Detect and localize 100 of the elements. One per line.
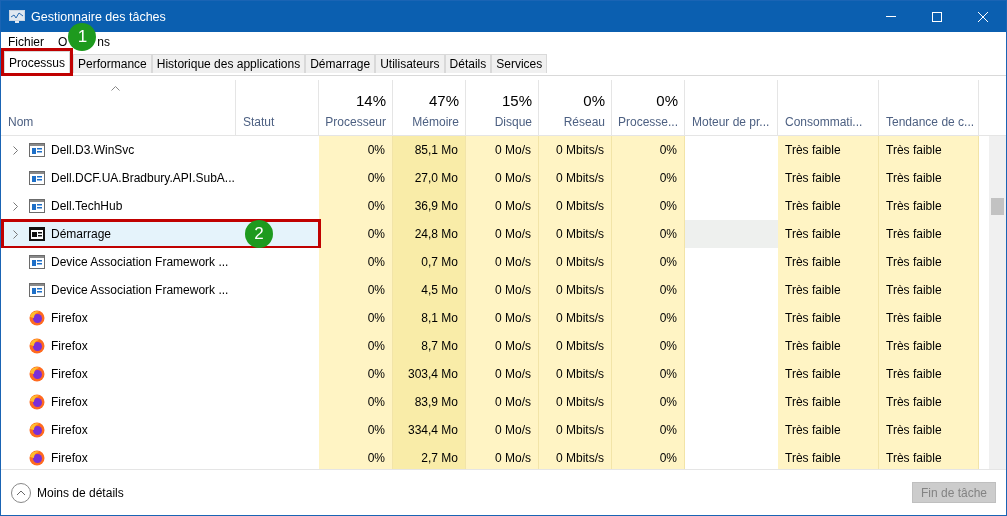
table-cell: Très faible bbox=[879, 304, 979, 332]
table-cell: 0 Mbits/s bbox=[539, 276, 612, 304]
table-cell: Très faible bbox=[778, 444, 879, 469]
table-cell: 0 Mo/s bbox=[466, 332, 539, 360]
table-cell: 4,5 Mo bbox=[393, 276, 466, 304]
process-name: Dell.DCF.UA.Bradbury.API.SubA... bbox=[51, 171, 235, 185]
table-cell: 0 Mbits/s bbox=[539, 416, 612, 444]
column-header[interactable]: Processe... bbox=[617, 115, 678, 129]
table-cell: Très faible bbox=[879, 360, 979, 388]
tab[interactable]: Détails bbox=[444, 54, 492, 73]
table-cell: Très faible bbox=[778, 388, 879, 416]
table-cell: 0 Mo/s bbox=[466, 136, 539, 164]
column-header[interactable]: Disque bbox=[494, 115, 532, 129]
table-cell: Très faible bbox=[778, 304, 879, 332]
table-cell: 0 Mo/s bbox=[466, 304, 539, 332]
tab[interactable]: Historique des applications bbox=[151, 54, 306, 73]
table-cell: Très faible bbox=[778, 276, 879, 304]
table-cell: 0 Mo/s bbox=[466, 276, 539, 304]
window-icon bbox=[29, 283, 45, 297]
browser-icon bbox=[29, 366, 45, 382]
process-name: Firefox bbox=[51, 451, 88, 465]
table-cell: 0% bbox=[319, 248, 393, 276]
table-cell: Très faible bbox=[879, 192, 979, 220]
table-cell: 0% bbox=[319, 276, 393, 304]
column-header[interactable]: Nom bbox=[8, 115, 34, 129]
window-title: Gestionnaire des tâches bbox=[31, 9, 167, 24]
table-cell: Très faible bbox=[778, 360, 879, 388]
close-icon bbox=[978, 11, 988, 22]
menu-item-fragment: ns bbox=[97, 34, 111, 49]
table-cell: Très faible bbox=[879, 416, 979, 444]
table-cell: 0% bbox=[612, 416, 685, 444]
table-cell: 0% bbox=[612, 304, 685, 332]
process-name: Device Association Framework ... bbox=[51, 283, 229, 297]
tab[interactable]: Processus bbox=[4, 51, 71, 73]
table-cell: 303,4 Mo bbox=[393, 360, 466, 388]
column-header[interactable]: Tendance de c... bbox=[886, 115, 975, 129]
scrollbar[interactable] bbox=[989, 136, 1006, 469]
column-header[interactable]: Consommati... bbox=[785, 115, 863, 129]
browser-icon bbox=[29, 310, 45, 326]
menu-item[interactable]: O bbox=[58, 34, 68, 49]
table-cell: 0% bbox=[612, 248, 685, 276]
window-icon bbox=[29, 171, 45, 185]
table-cell: 0% bbox=[319, 416, 393, 444]
table-cell: 0% bbox=[612, 220, 685, 248]
tab[interactable]: Services bbox=[491, 54, 548, 73]
table-cell: 0 Mbits/s bbox=[539, 444, 612, 469]
table-cell: 0 Mbits/s bbox=[539, 360, 612, 388]
table-cell: 8,7 Mo bbox=[393, 332, 466, 360]
fewer-details-button[interactable]: Moins de détails bbox=[11, 482, 912, 503]
table-cell: 0% bbox=[612, 332, 685, 360]
table-cell: 0 Mo/s bbox=[466, 360, 539, 388]
table-cell: 0% bbox=[319, 192, 393, 220]
column-header[interactable]: Réseau bbox=[563, 115, 605, 129]
column-header[interactable]: Mémoire bbox=[412, 115, 459, 129]
table-cell: 2,7 Mo bbox=[393, 444, 466, 469]
minimize-icon bbox=[886, 16, 896, 17]
table-cell: 0% bbox=[612, 136, 685, 164]
table-cell: 36,9 Mo bbox=[393, 192, 466, 220]
tab[interactable]: Démarrage bbox=[305, 54, 376, 73]
chevron-right-icon[interactable] bbox=[12, 229, 18, 239]
chevron-right-icon[interactable] bbox=[12, 145, 18, 155]
table-cell: 0% bbox=[319, 388, 393, 416]
browser-icon bbox=[29, 450, 45, 466]
browser-icon bbox=[29, 394, 45, 410]
table-cell: 0 Mbits/s bbox=[539, 388, 612, 416]
tab[interactable]: Utilisateurs bbox=[375, 54, 445, 73]
table-cell: 0 Mbits/s bbox=[539, 332, 612, 360]
window-icon bbox=[29, 255, 45, 269]
table-cell: Très faible bbox=[778, 192, 879, 220]
process-name: Device Association Framework ... bbox=[51, 255, 229, 269]
table-cell: Très faible bbox=[778, 164, 879, 192]
column-header[interactable]: Moteur de pr... bbox=[692, 115, 770, 129]
menu-item[interactable]: Fichier bbox=[8, 34, 44, 49]
tab[interactable]: Performance bbox=[73, 54, 152, 73]
table-cell: Très faible bbox=[879, 248, 979, 276]
table-cell: 0 Mbits/s bbox=[539, 136, 612, 164]
table-cell: Très faible bbox=[778, 416, 879, 444]
column-header[interactable]: Processeur bbox=[325, 115, 386, 129]
table-cell: 27,0 Mo bbox=[393, 164, 466, 192]
table-cell: 0% bbox=[319, 164, 393, 192]
column-header[interactable]: Statut bbox=[243, 115, 275, 129]
table-cell: 0% bbox=[319, 220, 393, 248]
process-row[interactable]: Device Association Framework ... 0% 0,7 Mo 0 Mo/s 0 Mbits/s 0% Très faible Très faible bbox=[1, 248, 979, 276]
window-icon bbox=[29, 199, 45, 213]
process-name: Firefox bbox=[51, 339, 88, 353]
table-cell: 0% bbox=[612, 192, 685, 220]
table-cell: Très faible bbox=[778, 248, 879, 276]
column-total: 14% bbox=[355, 92, 386, 109]
chevron-right-icon[interactable] bbox=[12, 201, 18, 211]
table-cell: 0 Mbits/s bbox=[539, 192, 612, 220]
table-cell: 0% bbox=[319, 444, 393, 469]
process-name: Firefox bbox=[51, 367, 88, 381]
window-icon bbox=[29, 143, 45, 157]
table-cell: 0,7 Mo bbox=[393, 248, 466, 276]
browser-icon bbox=[29, 422, 45, 438]
table-cell: 0% bbox=[612, 360, 685, 388]
window-icon bbox=[29, 227, 45, 241]
table-cell: 0 Mo/s bbox=[466, 388, 539, 416]
process-row[interactable]: Démarrage 2 0% 24,8 Mo 0 Mo/s 0 Mbits/s 0% Très faible Très faible bbox=[1, 220, 979, 248]
process-name: Dell.TechHub bbox=[51, 199, 123, 213]
